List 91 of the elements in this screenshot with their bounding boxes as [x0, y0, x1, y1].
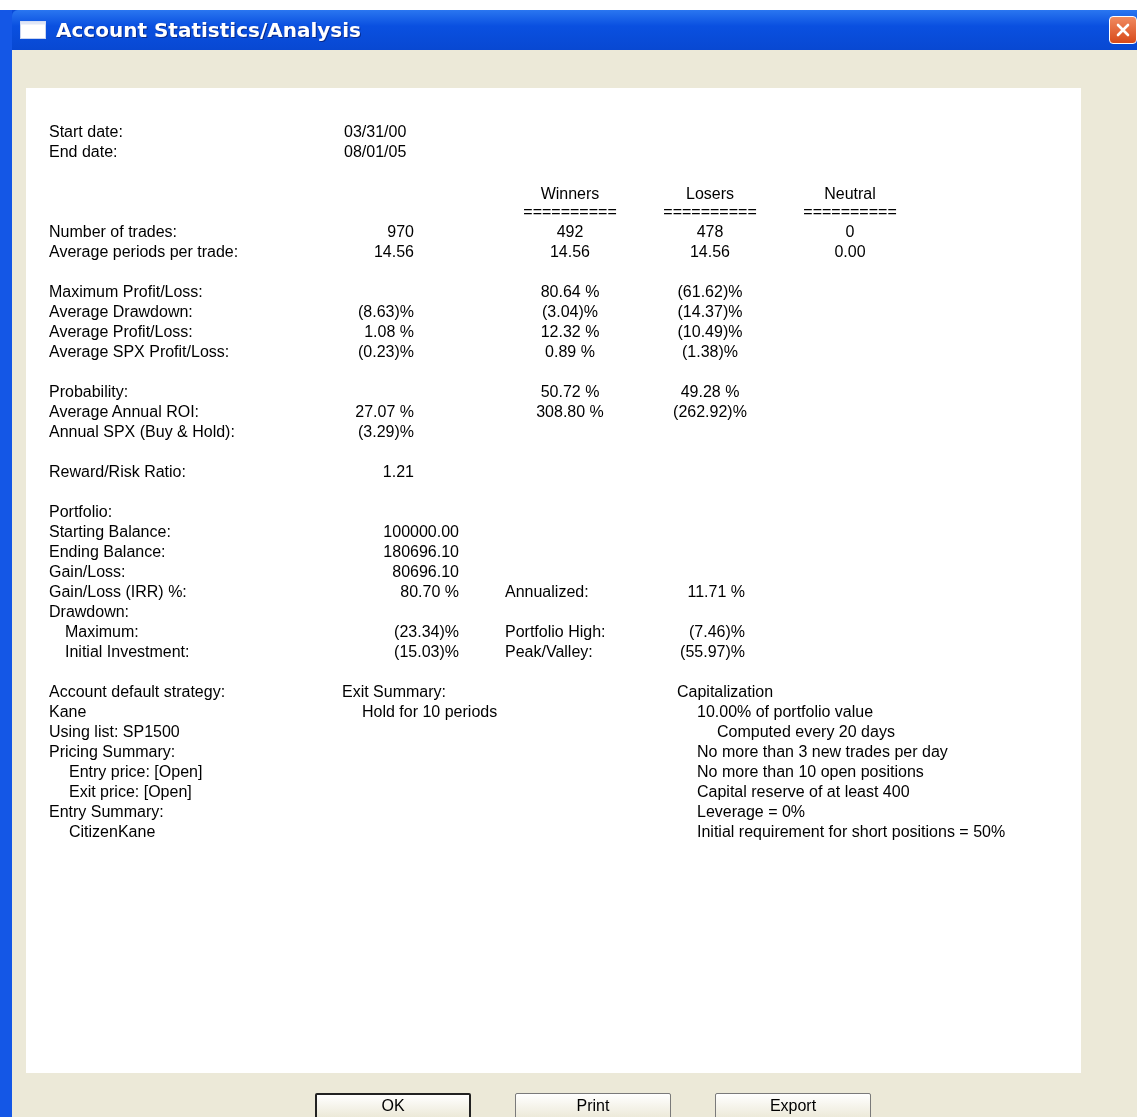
stat-label: Average Profit/Loss:	[49, 322, 194, 342]
stat-value: (262.92)%	[673, 403, 747, 420]
summary-line: Kane	[49, 703, 87, 720]
close-button[interactable]	[1109, 16, 1137, 44]
portfolio-value: 80.70 %	[400, 583, 459, 600]
summary-line: Pricing Summary:	[49, 743, 176, 760]
summary-line: CitizenKane	[69, 823, 156, 840]
portfolio-label: Annualized:	[505, 583, 589, 600]
summary-line: 10.00% of portfolio value	[697, 703, 874, 720]
portfolio-value: (7.46)%	[688, 623, 745, 640]
stat-value: 0.89 %	[545, 343, 595, 360]
date-label: End date:	[49, 142, 119, 162]
stat-label: Average Drawdown:	[49, 302, 194, 322]
summary-line: Entry Summary:	[49, 803, 164, 820]
summary-line: Computed every 20 days	[717, 723, 895, 740]
summary-line: Hold for 10 periods	[362, 703, 498, 720]
summary-line: Initial requirement for short positions = 50%	[697, 823, 1006, 840]
window-title: Account Statistics/Analysis	[56, 18, 361, 42]
column-heading: Neutral	[823, 184, 877, 204]
dialog-button[interactable]: OK	[315, 1093, 471, 1117]
summary-line: No more than 3 new trades per day	[697, 743, 948, 760]
close-icon	[1115, 22, 1131, 38]
heading-underline: ==========	[522, 202, 618, 222]
portfolio-value: 11.71 %	[687, 583, 745, 600]
date-value: 03/31/00	[344, 122, 407, 142]
stat-value: 49.28 %	[680, 383, 740, 400]
stat-value: 50.72 %	[540, 383, 600, 400]
stat-total: 970	[387, 223, 414, 240]
stat-label: Reward/Risk Ratio:	[49, 462, 187, 482]
stat-label: Probability:	[49, 382, 130, 402]
date-value: 08/01/05	[344, 142, 407, 162]
stat-total: (3.29)%	[357, 423, 414, 440]
stat-total: 27.07 %	[355, 403, 414, 420]
stat-value: (1.38)%	[682, 343, 738, 360]
heading-underline: ==========	[802, 202, 898, 222]
stat-label: Maximum Profit/Loss:	[49, 282, 204, 302]
portfolio-value: (23.34)%	[394, 623, 459, 640]
portfolio-label: Gain/Loss (IRR) %:	[49, 583, 187, 600]
stat-total: 1.08 %	[364, 323, 414, 340]
section-title: Portfolio:	[49, 502, 114, 522]
dialog-button[interactable]: Print	[515, 1093, 671, 1117]
portfolio-label: Ending Balance:	[49, 543, 166, 560]
window-icon	[20, 21, 46, 39]
stat-value: (10.49)%	[677, 323, 743, 340]
stat-value: 492	[556, 223, 584, 240]
stat-value: 12.32 %	[540, 323, 600, 340]
summary-line: Exit price: [Open]	[69, 783, 192, 800]
portfolio-value: 100000.00	[383, 523, 459, 540]
portfolio-label: Starting Balance:	[49, 523, 171, 540]
stat-value: 478	[696, 223, 724, 240]
summary-line: Using list: SP1500	[49, 723, 180, 740]
stat-label: Average periods per trade:	[49, 242, 240, 262]
summary-line: Capitalization	[677, 683, 774, 700]
portfolio-value: (55.97)%	[680, 643, 745, 660]
summary-line: Exit Summary:	[342, 683, 446, 700]
dialog-button[interactable]: Export	[715, 1093, 871, 1117]
summary-line: Account default strategy:	[49, 683, 226, 700]
portfolio-value: (15.03)%	[394, 643, 459, 660]
column-heading: Losers	[685, 184, 735, 204]
portfolio-value: 180696.10	[383, 543, 459, 560]
portfolio-label: Peak/Valley:	[505, 643, 593, 660]
stat-value: 0.00	[834, 243, 866, 260]
stat-value: (61.62)%	[677, 283, 743, 300]
portfolio-label: Drawdown:	[49, 603, 130, 620]
stat-value: (3.04)%	[542, 303, 598, 320]
stat-value: 80.64 %	[540, 283, 600, 300]
stat-value: 14.56	[549, 243, 590, 260]
portfolio-label: Portfolio High:	[505, 623, 606, 640]
stat-label: Average SPX Profit/Loss:	[49, 342, 231, 362]
heading-underline: ==========	[662, 202, 758, 222]
summary-line: No more than 10 open positions	[697, 763, 924, 780]
stat-value: 0	[845, 223, 855, 240]
portfolio-label: Maximum:	[65, 623, 139, 640]
stat-total: 1.21	[382, 463, 414, 480]
portfolio-label: Initial Investment:	[65, 643, 190, 660]
stat-total: (8.63)%	[357, 303, 414, 320]
stat-value: 14.56	[689, 243, 730, 260]
summary-line: Entry price: [Open]	[69, 763, 203, 780]
summary-line: Leverage = 0%	[697, 803, 806, 820]
stat-value: 308.80 %	[536, 403, 604, 420]
stat-total: 14.56	[373, 243, 414, 260]
stat-label: Average Annual ROI:	[49, 402, 201, 422]
portfolio-label: Gain/Loss:	[49, 563, 126, 580]
column-heading: Winners	[539, 184, 601, 204]
summary-line: Capital reserve of at least 400	[697, 783, 910, 800]
stat-label: Number of trades:	[49, 222, 179, 242]
stat-value: (14.37)%	[677, 303, 743, 320]
stat-label: Annual SPX (Buy & Hold):	[49, 422, 236, 442]
stat-total: (0.23)%	[357, 343, 414, 360]
date-label: Start date:	[49, 122, 124, 142]
portfolio-value: 80696.10	[392, 563, 459, 580]
